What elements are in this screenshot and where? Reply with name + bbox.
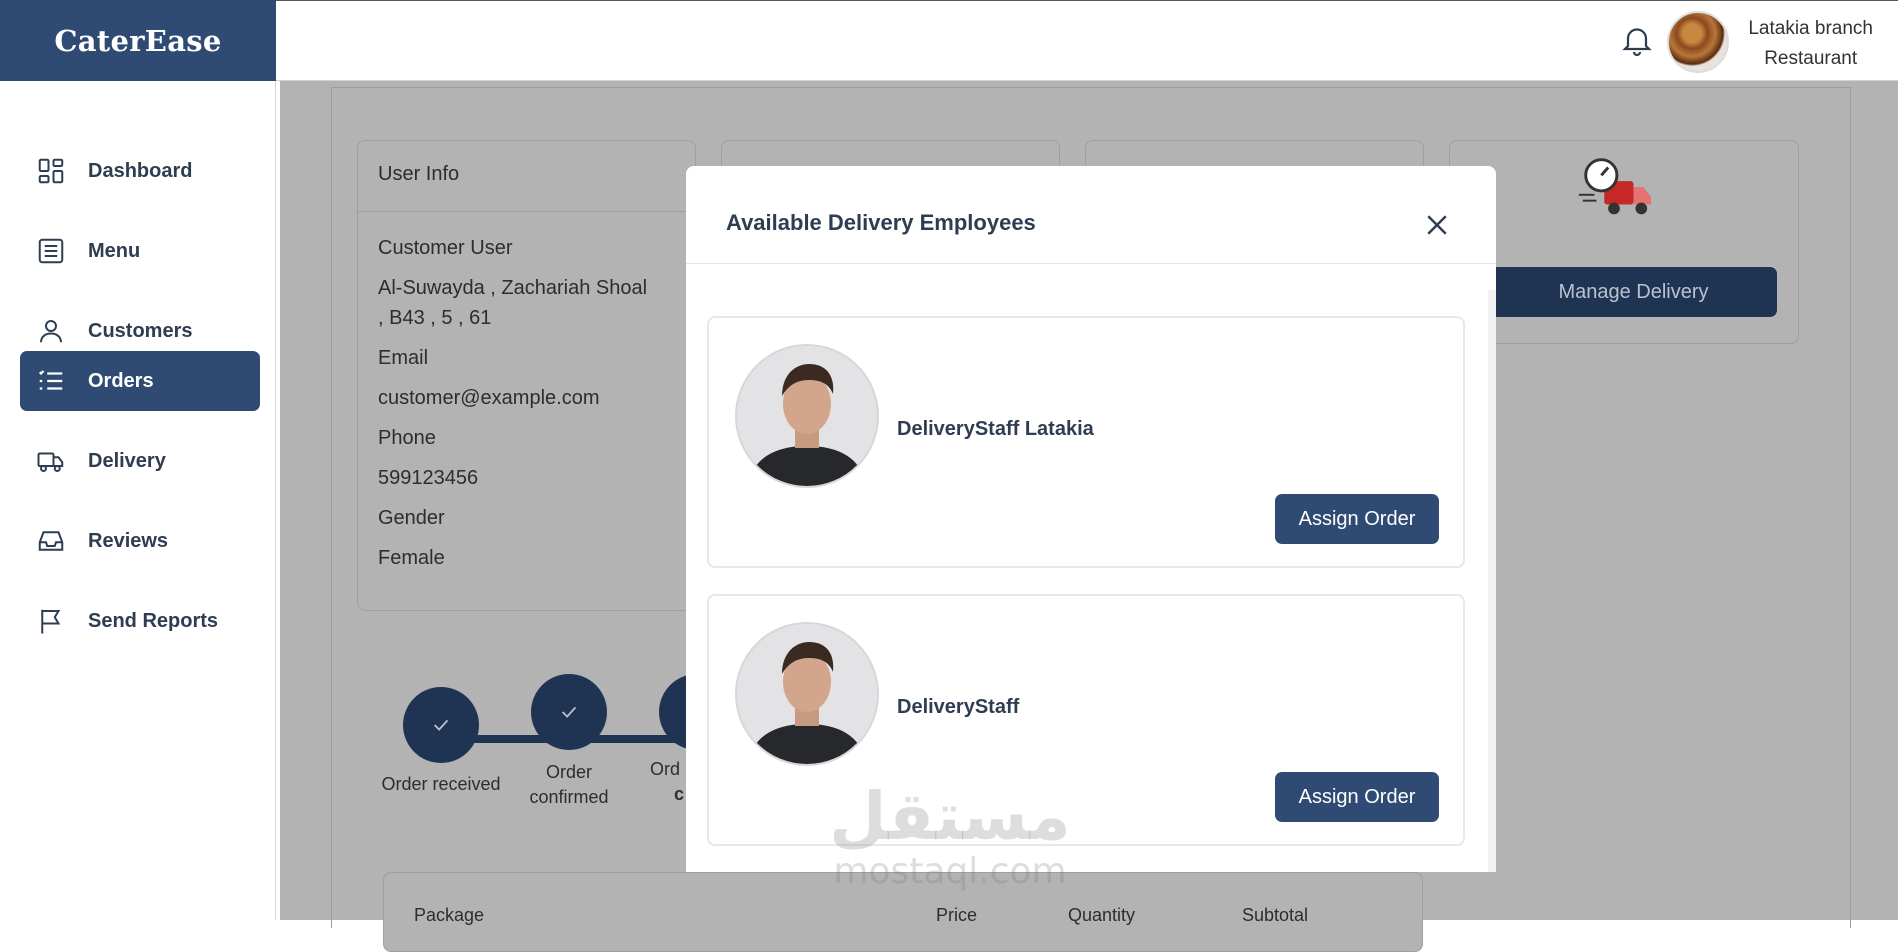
brand-logo[interactable]: CaterEase xyxy=(0,0,276,81)
manage-delivery-button[interactable]: Manage Delivery xyxy=(1490,267,1777,317)
flag-icon xyxy=(41,609,61,634)
sidebar-item-send-reports[interactable]: Send Reports xyxy=(20,591,260,651)
sidebar-item-label: Delivery xyxy=(88,449,166,472)
delivery-employees-modal: Available Delivery Employees DeliverySta… xyxy=(686,166,1496,872)
assign-order-button[interactable]: Assign Order xyxy=(1275,494,1439,544)
person-photo xyxy=(737,346,877,486)
dashboard-icon xyxy=(38,158,64,184)
check-icon xyxy=(561,706,577,718)
modal-divider xyxy=(686,263,1496,264)
sidebar-item-menu[interactable]: Menu xyxy=(20,221,260,281)
step-confirmed-line-1: Order xyxy=(545,762,592,782)
step-third-line-2: c xyxy=(674,784,685,804)
watermark-latin: mostaql.com xyxy=(833,851,1067,892)
step-confirmed-label: Order confirmed xyxy=(509,760,629,810)
customer-email: customer@example.com xyxy=(378,387,600,409)
sidebar-item-label: Orders xyxy=(88,369,154,392)
branch-name: Latakia branch xyxy=(1748,18,1873,39)
watermark: مستقل mostaql.com xyxy=(820,782,1080,892)
step-third-line-1: Ord xyxy=(650,759,681,779)
sidebar-item-reviews[interactable]: Reviews xyxy=(20,511,260,571)
person-photo xyxy=(737,624,877,764)
step-received-circle xyxy=(403,687,479,763)
step-confirmed-circle xyxy=(531,674,607,750)
sidebar-item-label: Dashboard xyxy=(88,159,193,182)
orders-list-icon xyxy=(38,370,63,390)
check-icon xyxy=(433,719,449,731)
sidebar: Dashboard Menu Customers Orders Delivery… xyxy=(0,81,276,920)
modal-title: Available Delivery Employees xyxy=(726,210,1036,235)
sidebar-item-orders[interactable]: Orders xyxy=(20,351,260,411)
table-header-price: Price xyxy=(936,905,978,925)
assign-order-button[interactable]: Assign Order xyxy=(1275,772,1439,822)
customer-name: Customer User xyxy=(378,237,513,259)
restaurant-avatar[interactable] xyxy=(1667,11,1729,73)
user-info-card: User Info Customer User Al-Suwayda , Zac… xyxy=(357,140,696,611)
phone-label: Phone xyxy=(378,427,436,449)
sidebar-item-delivery[interactable]: Delivery xyxy=(20,431,260,491)
sidebar-item-label: Reviews xyxy=(88,529,169,552)
employee-name: DeliveryStaff xyxy=(897,696,1020,718)
sidebar-item-label: Menu xyxy=(88,239,141,262)
watermark-arabic: مستقل xyxy=(829,778,1071,855)
user-info-title: User Info xyxy=(378,163,460,185)
employee-avatar xyxy=(735,622,879,766)
truck-icon xyxy=(37,452,64,472)
delivery-truck-icon xyxy=(1578,158,1652,215)
table-header-subtotal: Subtotal xyxy=(1242,905,1309,925)
top-header: Latakia branch Restaurant xyxy=(276,0,1898,81)
employee-avatar xyxy=(735,344,879,488)
step-received-label: Order received xyxy=(381,774,501,794)
sidebar-item-label: Customers xyxy=(88,319,193,342)
sidebar-item-dashboard[interactable]: Dashboard xyxy=(20,141,260,201)
close-icon[interactable] xyxy=(1422,210,1452,240)
employee-name: DeliveryStaff Latakia xyxy=(897,418,1094,440)
user-icon xyxy=(40,320,62,343)
modal-scrollbar[interactable] xyxy=(1488,290,1496,872)
menu-list-icon xyxy=(38,238,64,264)
table-header-quantity: Quantity xyxy=(1068,905,1136,925)
gender-label: Gender xyxy=(378,507,445,529)
employee-card: DeliveryStaff Latakia Assign Order xyxy=(707,316,1465,568)
branch-role: Restaurant xyxy=(1764,48,1858,69)
branch-info[interactable]: Latakia branch Restaurant xyxy=(1748,14,1873,74)
customer-address-2: , B43 , 5 , 61 xyxy=(378,307,492,329)
customer-phone: 599123456 xyxy=(378,467,479,489)
table-header-package: Package xyxy=(414,905,485,925)
divider xyxy=(358,211,695,212)
inbox-icon xyxy=(38,531,64,551)
step-third-label: Ord c xyxy=(650,757,690,807)
bell-icon[interactable] xyxy=(1619,20,1655,60)
customer-address-1: Al-Suwayda , Zachariah Shoal xyxy=(378,277,648,299)
customer-gender: Female xyxy=(378,547,445,569)
email-label: Email xyxy=(378,347,429,369)
sidebar-item-label: Send Reports xyxy=(88,609,219,632)
step-confirmed-line-2: confirmed xyxy=(529,787,609,807)
